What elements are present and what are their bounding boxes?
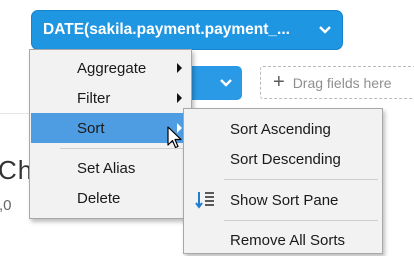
submenu-item-label: Show Sort Pane bbox=[230, 191, 339, 209]
submenu-separator bbox=[224, 179, 378, 180]
chevron-down-icon[interactable] bbox=[318, 25, 332, 35]
submenu-item-label: Remove All Sorts bbox=[230, 231, 346, 249]
menu-item-label: Set Alias bbox=[77, 159, 136, 177]
plus-icon: + bbox=[273, 70, 285, 93]
field-pill-background[interactable] bbox=[186, 66, 242, 100]
menu-item-label: Sort bbox=[77, 119, 105, 137]
submenu-separator bbox=[224, 220, 378, 221]
menu-item-filter[interactable]: Filter bbox=[31, 83, 191, 113]
chevron-down-icon bbox=[220, 79, 232, 87]
drop-zone[interactable]: + Drag fields here bbox=[260, 66, 414, 99]
submenu-arrow-icon bbox=[177, 63, 182, 73]
menu-item-delete[interactable]: Delete bbox=[31, 183, 191, 213]
field-pill-label: DATE(sakila.payment.payment_... bbox=[43, 21, 290, 38]
menu-item-label: Filter bbox=[77, 89, 111, 107]
submenu-item-sort-descending[interactable]: Sort Descending bbox=[185, 144, 382, 174]
mouse-cursor-icon bbox=[167, 126, 182, 149]
submenu-item-show-sort-pane[interactable]: Show Sort Pane bbox=[185, 185, 382, 215]
menu-item-label: Delete bbox=[77, 189, 121, 207]
background-number-fragment: ,0 bbox=[0, 197, 12, 214]
date-field-pill[interactable]: DATE(sakila.payment.payment_... bbox=[31, 10, 343, 50]
submenu-item-label: Sort Descending bbox=[230, 150, 341, 168]
submenu-item-label: Sort Ascending bbox=[230, 120, 331, 138]
menu-item-aggregate[interactable]: Aggregate bbox=[31, 53, 191, 83]
drop-zone-label: Drag fields here bbox=[292, 74, 392, 91]
sort-pane-icon bbox=[195, 192, 214, 209]
menu-item-set-alias[interactable]: Set Alias bbox=[31, 153, 191, 183]
submenu-item-remove-all-sorts[interactable]: Remove All Sorts bbox=[185, 225, 382, 255]
submenu-arrow-icon bbox=[177, 93, 182, 103]
submenu-item-sort-ascending[interactable]: Sort Ascending bbox=[185, 114, 382, 144]
menu-item-label: Aggregate bbox=[77, 59, 147, 77]
sort-submenu: Sort Ascending Sort Descending Show Sort… bbox=[183, 108, 383, 254]
